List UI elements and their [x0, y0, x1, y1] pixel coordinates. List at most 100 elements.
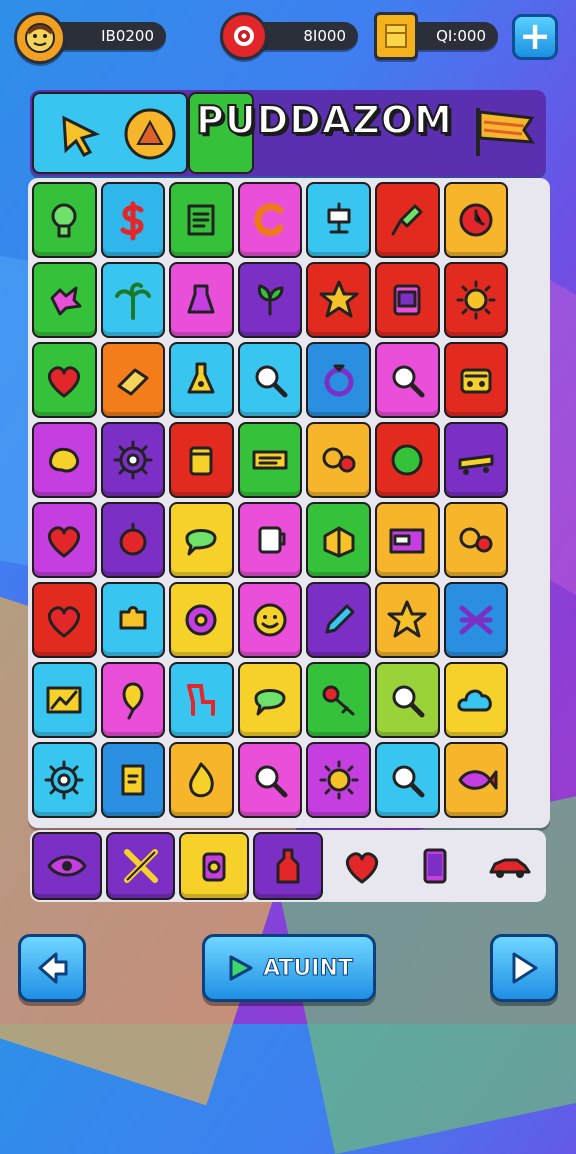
board-tile[interactable]: [443, 742, 509, 818]
phone-icon: [423, 848, 447, 884]
coin-icon: [124, 108, 176, 160]
phone-card-icon: [393, 284, 421, 316]
puzzle-icon: [119, 606, 147, 630]
board-tile[interactable]: [32, 582, 97, 658]
robot-icon: [327, 202, 351, 234]
tray-tile[interactable]: [326, 832, 397, 900]
board-tile[interactable]: [443, 582, 509, 658]
flag-icon: [476, 108, 535, 156]
board-tile[interactable]: [32, 342, 97, 418]
document-icon: [187, 204, 215, 236]
board-tile[interactable]: [237, 342, 303, 418]
board-tile[interactable]: [375, 742, 440, 818]
board-tile[interactable]: [306, 502, 371, 578]
fish-icon: [458, 770, 498, 790]
speech-icon: [185, 529, 217, 556]
board-tile[interactable]: [32, 742, 97, 818]
board-tile[interactable]: [375, 262, 440, 338]
gear-bulb-icon: [51, 203, 77, 238]
board-tile[interactable]: [169, 502, 234, 578]
board-tile[interactable]: [100, 662, 166, 738]
board-tile[interactable]: [443, 502, 509, 578]
board-tile[interactable]: [32, 182, 97, 258]
board-tile[interactable]: [375, 182, 440, 258]
board-tile[interactable]: [32, 262, 97, 338]
play-action-label: ATUINT: [263, 955, 354, 981]
board-tile[interactable]: [375, 502, 440, 578]
back-button[interactable]: [18, 934, 86, 1002]
board-tile[interactable]: [100, 502, 166, 578]
tray-tile[interactable]: [32, 832, 102, 900]
heart-icon: [48, 366, 81, 398]
board-tile[interactable]: [100, 262, 166, 338]
board-tile[interactable]: [237, 662, 303, 738]
ring-icon: [324, 364, 354, 397]
magnifier-icon: [392, 765, 425, 798]
board-tile[interactable]: [32, 502, 97, 578]
board-tile[interactable]: [169, 262, 234, 338]
card-icon: [389, 528, 425, 554]
board-tile[interactable]: [169, 422, 234, 498]
lantern-icon: [202, 852, 226, 882]
board-tile[interactable]: [169, 742, 234, 818]
board-tile[interactable]: [169, 662, 234, 738]
avatar-icon[interactable]: [14, 12, 66, 64]
board-tile[interactable]: [306, 662, 371, 738]
board-tile[interactable]: [443, 182, 509, 258]
cross-icon: [459, 605, 493, 635]
board-tile[interactable]: [443, 422, 509, 498]
board-tile[interactable]: [100, 742, 166, 818]
board-tile[interactable]: [306, 742, 371, 818]
board-tile[interactable]: [100, 422, 166, 498]
board-tile[interactable]: [375, 422, 440, 498]
board-tile[interactable]: [169, 342, 234, 418]
board-tile[interactable]: [443, 262, 509, 338]
cursor-icon: [62, 115, 101, 157]
board-tile[interactable]: [443, 342, 509, 418]
board-tile[interactable]: [306, 422, 371, 498]
board-tile[interactable]: [375, 582, 440, 658]
key-icon: [322, 685, 355, 716]
board-tile[interactable]: [100, 582, 166, 658]
splat-icon: [50, 286, 82, 316]
tray-tile[interactable]: [474, 832, 544, 900]
board-tile[interactable]: [443, 662, 509, 738]
sun-icon: [319, 760, 359, 800]
board-tile[interactable]: [32, 422, 97, 498]
next-button[interactable]: [490, 934, 558, 1002]
board-tile[interactable]: [237, 422, 303, 498]
tray-tile[interactable]: [179, 832, 250, 900]
board-tile[interactable]: [237, 182, 303, 258]
star-burst-icon: [319, 280, 359, 318]
board-tile[interactable]: [375, 342, 440, 418]
tray-tile[interactable]: [400, 832, 471, 900]
board-tile[interactable]: [306, 582, 371, 658]
board-tile[interactable]: [306, 262, 371, 338]
board-tile[interactable]: [375, 662, 440, 738]
play-action-button[interactable]: ATUINT: [202, 934, 376, 1002]
balloon-icon: [122, 682, 144, 720]
board-tile[interactable]: [306, 342, 371, 418]
game-title: PUDDAZOM: [195, 97, 453, 143]
board-tile[interactable]: [306, 182, 371, 258]
board-tile[interactable]: [169, 182, 234, 258]
board-tile[interactable]: [237, 502, 303, 578]
smiley-icon: [253, 603, 287, 637]
play-icon: [512, 952, 538, 984]
tray-tile[interactable]: [105, 832, 176, 900]
board-tile[interactable]: [237, 582, 303, 658]
board-tile[interactable]: [169, 582, 234, 658]
box-icon: [323, 526, 355, 558]
radio-icon: [460, 368, 492, 394]
add-currency-button[interactable]: +: [512, 14, 558, 60]
board-tile[interactable]: [237, 262, 303, 338]
tray-tile[interactable]: [253, 832, 323, 900]
board-tile[interactable]: [100, 182, 166, 258]
board-tile[interactable]: [237, 742, 303, 818]
gears-icon: [322, 447, 356, 473]
gear-icon: [44, 760, 84, 800]
bottle-icon: [276, 848, 300, 884]
board-tile[interactable]: [32, 662, 97, 738]
board-tile[interactable]: [100, 342, 166, 418]
palm-tree-icon: [114, 282, 151, 320]
